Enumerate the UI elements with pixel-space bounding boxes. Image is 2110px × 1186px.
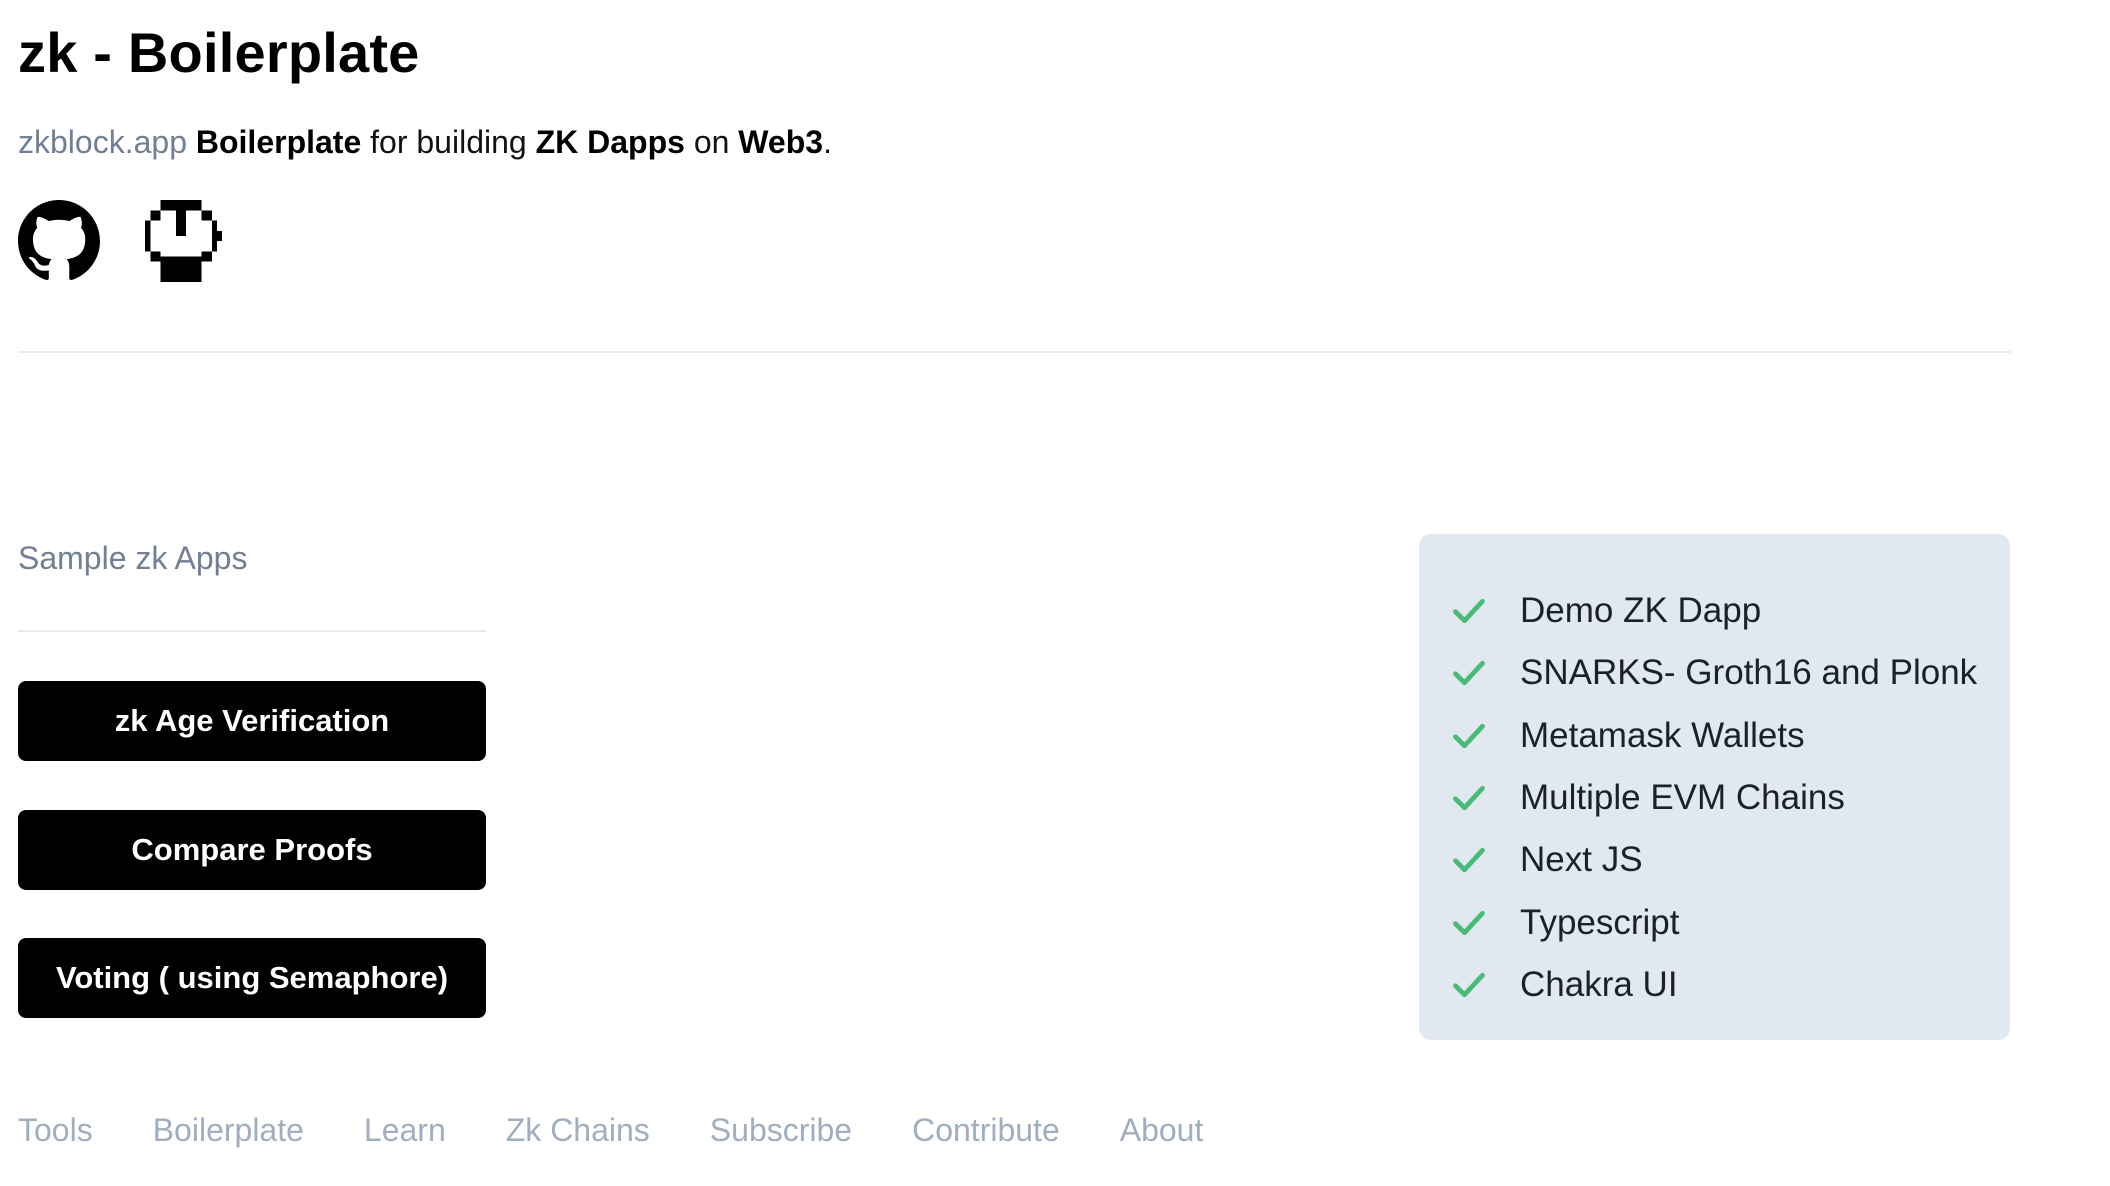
footer-link-zk-chains[interactable]: Zk Chains (506, 1112, 650, 1149)
header-divider (18, 351, 2011, 353)
footer-link-subscribe[interactable]: Subscribe (710, 1112, 852, 1149)
feature-item: Next JS (1451, 829, 1977, 891)
page-title: zk - Boilerplate (18, 21, 420, 84)
section-label-sample-apps: Sample zk Apps (18, 540, 248, 576)
pixel-power-icon (145, 200, 222, 282)
tagline-for-building: for building (370, 124, 527, 160)
compare-proofs-button[interactable]: Compare Proofs (18, 810, 486, 890)
github-icon (18, 200, 100, 280)
feature-item: Typescript (1451, 891, 1977, 953)
tagline: zkblock.app Boilerplate for building ZK … (18, 124, 832, 161)
feature-item: Chakra UI (1451, 954, 1977, 1016)
tagline-period: . (823, 124, 832, 160)
feature-label: Multiple EVM Chains (1520, 778, 1845, 818)
features-card: Demo ZK Dapp SNARKS- Groth16 and Plonk M… (1419, 534, 2010, 1040)
feature-item: Multiple EVM Chains (1451, 767, 1977, 829)
footer-link-about[interactable]: About (1120, 1112, 1204, 1149)
feature-label: Demo ZK Dapp (1520, 591, 1762, 631)
feature-label: Chakra UI (1520, 964, 1678, 1004)
check-icon (1453, 910, 1485, 935)
check-icon (1453, 848, 1485, 873)
feature-label: Metamask Wallets (1520, 715, 1805, 755)
check-icon (1453, 723, 1485, 748)
tagline-boilerplate: Boilerplate (195, 124, 362, 160)
zk-age-verification-button[interactable]: zk Age Verification (18, 681, 486, 761)
github-link[interactable] (18, 200, 100, 282)
tagline-on: on (693, 124, 730, 160)
feature-label: Next JS (1520, 840, 1643, 880)
check-icon (1453, 785, 1485, 811)
footer-link-contribute[interactable]: Contribute (912, 1112, 1060, 1149)
feature-label: SNARKS- Groth16 and Plonk (1520, 653, 1978, 693)
feature-item: SNARKS- Groth16 and Plonk (1451, 642, 1977, 704)
voting-semaphore-button[interactable]: Voting ( using Semaphore) (18, 938, 486, 1018)
apps-divider (18, 630, 486, 632)
feature-label: Typescript (1520, 902, 1680, 942)
social-icons (18, 200, 222, 282)
footer-link-tools[interactable]: Tools (18, 1112, 93, 1149)
features-list: Demo ZK Dapp SNARKS- Groth16 and Plonk M… (1451, 580, 1977, 1016)
footer-nav: Tools Boilerplate Learn Zk Chains Subscr… (18, 1112, 1263, 1149)
tagline-zk-dapps: ZK Dapps (535, 124, 685, 160)
footer-link-learn[interactable]: Learn (364, 1112, 446, 1149)
feature-item: Demo ZK Dapp (1451, 580, 1977, 642)
tagline-web3: Web3 (738, 124, 824, 160)
footer-link-boilerplate[interactable]: Boilerplate (153, 1112, 304, 1149)
check-icon (1453, 661, 1485, 686)
zkblock-link[interactable] (140, 200, 222, 282)
check-icon (1453, 972, 1485, 998)
feature-item: Metamask Wallets (1451, 705, 1977, 767)
check-icon (1453, 598, 1485, 624)
tagline-site: zkblock.app (18, 124, 187, 160)
